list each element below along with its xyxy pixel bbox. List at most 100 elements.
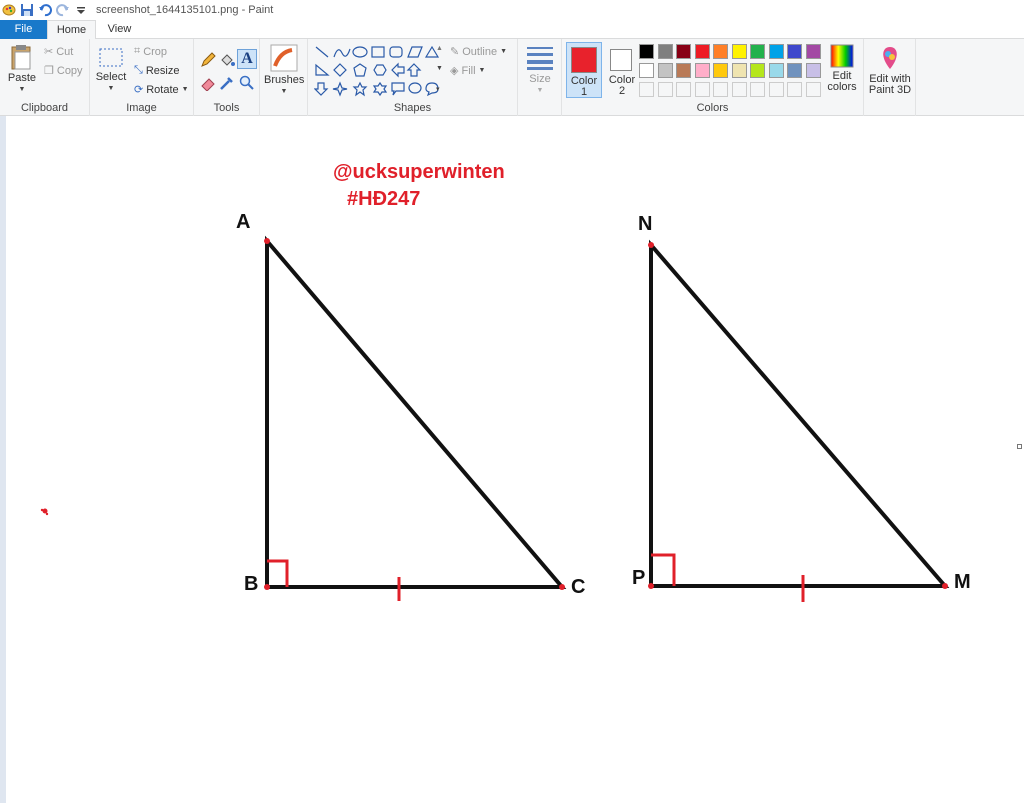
paint3d-icon xyxy=(883,47,897,69)
palette-swatch[interactable] xyxy=(750,82,765,97)
palette-swatch[interactable] xyxy=(787,63,802,78)
redo-icon[interactable] xyxy=(56,3,70,17)
line-shape-icon[interactable] xyxy=(315,46,329,58)
palette-swatch[interactable] xyxy=(639,82,654,97)
rounded-rectangle-shape-icon[interactable] xyxy=(389,46,403,58)
canvas-area[interactable] xyxy=(0,116,1024,803)
hexagon-shape-icon[interactable] xyxy=(373,64,387,76)
brushes-button[interactable]: Brushes ▼ xyxy=(264,44,304,97)
undo-icon[interactable] xyxy=(38,3,52,17)
color2-button[interactable]: Color 2 xyxy=(604,42,640,98)
palette-swatch[interactable] xyxy=(713,82,728,97)
color1-button[interactable]: Color 1 xyxy=(566,42,602,98)
cut-label: Cut xyxy=(56,45,74,58)
left-arrow-shape-icon[interactable] xyxy=(391,62,405,78)
canvas-scroll-edge xyxy=(0,116,6,803)
callout-rect-shape-icon[interactable] xyxy=(391,82,405,96)
palette-swatch[interactable] xyxy=(731,63,747,78)
rotate-icon: ⟳ xyxy=(134,84,144,96)
rectangle-shape-icon[interactable] xyxy=(371,46,385,58)
copy-button[interactable]: ❐ Copy xyxy=(44,64,83,78)
palette-swatch[interactable] xyxy=(676,82,691,97)
eraser-icon[interactable] xyxy=(200,75,216,91)
crop-button[interactable]: ⌗ Crop xyxy=(134,45,167,58)
select-dropdown-icon[interactable]: ▼ xyxy=(95,83,127,94)
tab-home[interactable]: Home xyxy=(47,20,96,40)
tab-file[interactable]: File xyxy=(0,20,47,39)
shapes-scroll-up-icon[interactable]: ▲ xyxy=(436,45,443,52)
palette-swatch[interactable] xyxy=(713,44,728,59)
rotate-label: Rotate xyxy=(146,83,179,96)
five-point-star-shape-icon[interactable] xyxy=(352,81,368,97)
window-title: screenshot_1644135101.png - Paint xyxy=(96,4,274,16)
paste-button[interactable]: Paste ▼ xyxy=(6,44,38,95)
palette-swatch[interactable] xyxy=(787,82,802,97)
paste-label: Paste xyxy=(7,72,37,84)
palette-swatch[interactable] xyxy=(750,63,765,78)
palette-swatch[interactable] xyxy=(694,82,710,97)
four-point-star-shape-icon[interactable] xyxy=(332,81,348,97)
color-picker-icon[interactable] xyxy=(219,75,235,91)
palette-swatch[interactable] xyxy=(657,44,673,59)
palette-swatch[interactable] xyxy=(694,63,710,78)
curve-shape-icon[interactable] xyxy=(333,48,351,58)
palette-swatch[interactable] xyxy=(713,63,728,78)
cut-button[interactable]: ✂ Cut xyxy=(44,45,74,59)
up-arrow-shape-icon[interactable] xyxy=(406,63,422,77)
diamond-shape-icon[interactable] xyxy=(333,63,347,77)
callout-oval-shape-icon[interactable] xyxy=(408,82,422,94)
canvas-resize-handle[interactable] xyxy=(1017,444,1022,449)
resize-button[interactable]: ⤡ Resize xyxy=(134,64,179,77)
palette-swatch[interactable] xyxy=(657,63,673,78)
select-rectangle-icon xyxy=(99,48,123,67)
paste-dropdown-icon[interactable]: ▼ xyxy=(6,84,38,95)
text-tool-icon[interactable]: A xyxy=(237,49,257,69)
rotate-button[interactable]: ⟳ Rotate ▼ xyxy=(134,83,189,97)
palette-swatch[interactable] xyxy=(676,44,691,59)
shapes-expand-icon[interactable]: ▾ xyxy=(436,85,440,93)
polygon-shape-icon[interactable] xyxy=(407,46,423,58)
palette-swatch[interactable] xyxy=(768,44,784,59)
outline-dropdown-icon: ▼ xyxy=(500,48,508,55)
palette-swatch[interactable] xyxy=(805,82,821,97)
rotate-dropdown-icon[interactable]: ▼ xyxy=(182,86,189,93)
shapes-gallery[interactable] xyxy=(314,45,442,97)
pentagon-shape-icon[interactable] xyxy=(353,63,367,77)
six-point-star-shape-icon[interactable] xyxy=(372,81,388,97)
shapes-scroll[interactable]: ▲ ▼ ▾ xyxy=(435,45,445,97)
tab-view[interactable]: View xyxy=(96,20,143,39)
fill-bucket-icon[interactable] xyxy=(219,52,235,68)
palette-swatch[interactable] xyxy=(657,82,673,97)
paint3d-label-line2: Paint 3D xyxy=(868,84,912,96)
palette-swatch[interactable] xyxy=(750,44,765,59)
tools-group: A Tools xyxy=(194,39,260,116)
magnifier-icon[interactable] xyxy=(239,75,255,91)
palette-swatch[interactable] xyxy=(731,44,747,59)
edit-with-paint3d-button[interactable]: Edit with Paint 3D xyxy=(866,45,914,96)
palette-swatch[interactable] xyxy=(639,63,654,78)
palette-swatch[interactable] xyxy=(768,63,784,78)
customize-quick-access-icon[interactable] xyxy=(74,3,88,17)
pencil-icon[interactable] xyxy=(200,52,216,68)
palette-swatch[interactable] xyxy=(731,82,747,97)
palette-swatch[interactable] xyxy=(805,44,821,59)
palette-swatch[interactable] xyxy=(768,82,784,97)
palette-swatch[interactable] xyxy=(676,63,691,78)
outline-button[interactable]: ✎ Outline ▼ xyxy=(450,45,508,59)
oval-shape-icon[interactable] xyxy=(352,46,368,58)
down-arrow-shape-icon[interactable] xyxy=(314,82,329,96)
brushes-dropdown-icon[interactable]: ▼ xyxy=(264,86,304,97)
palette-swatch[interactable] xyxy=(805,63,821,78)
size-button[interactable]: Size ▼ xyxy=(523,45,557,96)
size-dropdown-icon: ▼ xyxy=(536,87,544,94)
palette-swatch[interactable] xyxy=(694,44,710,59)
shapes-scroll-down-icon[interactable]: ▼ xyxy=(436,65,443,72)
right-triangle-shape-icon[interactable] xyxy=(315,63,330,76)
fill-button[interactable]: ◈ Fill ▼ xyxy=(450,64,485,78)
edit-colors-button[interactable]: Edit colors xyxy=(824,44,860,93)
palette-swatch[interactable] xyxy=(639,44,654,59)
ribbon-tabs: File Home View xyxy=(0,20,1024,40)
save-icon[interactable] xyxy=(20,3,34,17)
palette-swatch[interactable] xyxy=(787,44,802,59)
select-button[interactable]: Select ▼ xyxy=(95,47,127,94)
